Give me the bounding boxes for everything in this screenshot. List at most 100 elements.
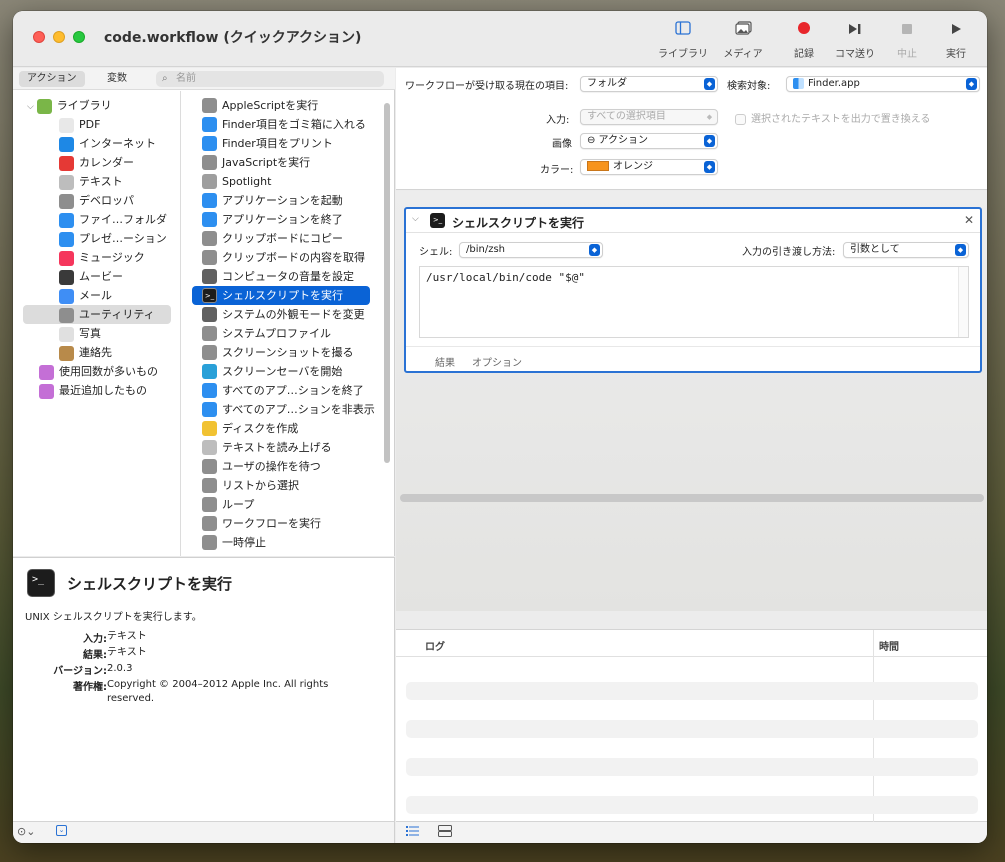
action-list-item[interactable]: ワークフローを実行 <box>192 514 370 533</box>
action-list-item[interactable]: AppleScriptを実行 <box>192 96 370 115</box>
globe-icon <box>59 136 74 152</box>
workflow-canvas: ⌵ >_ シェルスクリプトを実行 ✕ シェル: /bin/zsh ◆ 入力の引き… <box>396 191 987 611</box>
sidebar-item-3[interactable]: カレンダー <box>59 153 134 172</box>
action-list-item[interactable]: アプリケーションを起動 <box>192 191 370 210</box>
action-list-item[interactable]: スクリーンセーバを開始 <box>192 362 370 381</box>
color-popup[interactable]: オレンジ ◆ <box>580 159 718 175</box>
flow-view-icon[interactable] <box>438 825 452 840</box>
step-toolbar-button[interactable]: コマ送り <box>825 19 885 63</box>
search-target-popup[interactable]: Finder.app ◆ <box>786 76 980 92</box>
action-item-label: Finder項目をゴミ箱に入れる <box>222 118 366 131</box>
log-header: ログ 時間 <box>396 630 987 657</box>
shell-popup[interactable]: /bin/zsh ◆ <box>459 242 603 258</box>
media-toolbar-button[interactable]: メディア <box>713 19 773 63</box>
replace-text-label: 選択されたテキストを出力で置き換える <box>751 114 931 125</box>
action-list-item[interactable]: システムの外観モードを変更 <box>192 305 370 324</box>
tab-variables[interactable]: 変数 <box>99 71 135 87</box>
text-icon <box>202 440 217 455</box>
action-list-item[interactable]: Finder項目をゴミ箱に入れる <box>192 115 370 134</box>
chevron-down-icon[interactable]: ⌵ <box>412 214 419 224</box>
sidebar-item-1[interactable]: PDF <box>59 115 100 134</box>
scrollbar-thumb[interactable] <box>384 103 390 463</box>
sidebar-item-label: ムービー <box>79 270 123 283</box>
library-search-field[interactable]: ⌕ 名前 <box>156 71 384 87</box>
sidebar-item-6[interactable]: ファイ…フォルダ <box>59 210 167 229</box>
sidebar-item-9[interactable]: ムービー <box>59 267 123 286</box>
sidebar-item-12[interactable]: 写真 <box>59 324 101 343</box>
description-toggle-icon[interactable]: ⌄ <box>56 825 67 836</box>
sidebar-item-10[interactable]: メール <box>59 286 112 305</box>
tab-results[interactable]: 結果 <box>435 354 455 369</box>
close-icon[interactable]: ✕ <box>964 213 974 227</box>
action-card-header: ⌵ >_ シェルスクリプトを実行 ✕ <box>406 209 980 233</box>
action-list-item[interactable]: コンピュータの音量を設定 <box>192 267 370 286</box>
action-list-item[interactable]: Finder項目をプリント <box>192 134 370 153</box>
time-column-header[interactable]: 時間 <box>879 638 899 653</box>
log-column-header[interactable]: ログ <box>425 638 445 653</box>
log-row <box>406 682 978 700</box>
action-item-label: システムプロファイル <box>222 327 332 340</box>
image-popup[interactable]: ⊖ アクション ◆ <box>580 133 718 149</box>
sidebar-item-5[interactable]: デベロッパ <box>59 191 134 210</box>
action-list-item[interactable]: ディスクを作成 <box>192 419 370 438</box>
run-toolbar-button[interactable]: 実行 <box>926 19 986 63</box>
library-segment-bar: アクション 変数 ⌕ 名前 <box>13 68 395 90</box>
popup-chevron-icon: ◆ <box>955 244 966 256</box>
checkbox-box[interactable] <box>735 113 746 125</box>
sidebar-item-8[interactable]: ミュージック <box>59 248 145 267</box>
action-list-item[interactable]: >_ シェルスクリプトを実行 <box>192 286 370 305</box>
action-list-item[interactable]: 一時停止 <box>192 533 370 552</box>
media-toolbar-label: メディア <box>723 49 763 60</box>
log-row <box>406 796 978 814</box>
sidebar-item-label: ライブラリ <box>56 99 112 112</box>
sidebar-item-4[interactable]: テキスト <box>59 172 123 191</box>
tab-actions[interactable]: アクション <box>19 71 85 87</box>
library-toolbar-button[interactable]: ライブラリ <box>653 19 713 63</box>
action-item-label: すべてのアプ…ションを終了 <box>222 384 364 397</box>
zoom-window-button[interactable] <box>73 31 85 43</box>
action-item-label: スクリーンショットを撮る <box>222 346 354 359</box>
sidebar-item-13[interactable]: 連絡先 <box>59 343 112 362</box>
action-list-item[interactable]: Spotlight <box>192 172 370 191</box>
action-list-scrollbar[interactable] <box>383 103 391 523</box>
workflow-horizontal-scrollbar[interactable] <box>400 494 984 502</box>
action-list-item[interactable]: クリップボードにコピー <box>192 229 370 248</box>
action-item-label: ディスクを作成 <box>222 422 299 435</box>
smart-folder-icon <box>39 364 54 380</box>
action-list-item[interactable]: すべてのアプ…ションを非表示 <box>192 400 375 419</box>
action-list-item[interactable]: クリップボードの内容を取得 <box>192 248 370 267</box>
pass-input-popup[interactable]: 引数として ◆ <box>843 242 969 258</box>
minimize-window-button[interactable] <box>53 31 65 43</box>
script-text[interactable]: /usr/local/bin/code "$@" <box>426 271 585 284</box>
action-list-item[interactable]: リストから選択 <box>192 476 370 495</box>
tab-options[interactable]: オプション <box>472 354 522 369</box>
action-list-item[interactable]: ループ <box>192 495 370 514</box>
action-list-item[interactable]: テキストを読み上げる <box>192 438 370 457</box>
action-menu-icon[interactable]: ⊙⌄ <box>17 825 35 838</box>
action-list-item[interactable]: ユーザの操作を待つ <box>192 457 370 476</box>
action-list-item[interactable]: JavaScriptを実行 <box>192 153 370 172</box>
sidebar-item-11[interactable]: ユーティリティ <box>23 305 171 324</box>
sidebar-item-0[interactable]: ⌵ ライブラリ <box>27 96 112 115</box>
replace-text-checkbox[interactable]: 選択されたテキストを出力で置き換える <box>735 110 930 125</box>
close-window-button[interactable] <box>33 31 45 43</box>
action-list-item[interactable]: システムプロファイル <box>192 324 370 343</box>
color-swatch <box>587 161 609 171</box>
receives-popup[interactable]: フォルダ ◆ <box>580 76 718 92</box>
disclosure-triangle-icon[interactable]: ⌵ <box>27 102 37 112</box>
utilities-icon <box>59 307 74 323</box>
script-editor-scrollbar[interactable] <box>958 267 968 337</box>
pass-input-value: 引数として <box>850 244 900 255</box>
sidebar-item-2[interactable]: インターネット <box>59 134 156 153</box>
sidebar-item-7[interactable]: プレゼ…ーション <box>59 229 167 248</box>
action-list-item[interactable]: すべてのアプ…ションを終了 <box>192 381 370 400</box>
action-list: AppleScriptを実行 Finder項目をゴミ箱に入れる Finder項目をプ… <box>182 91 382 556</box>
input-popup[interactable]: すべての選択項目 ◆ <box>580 109 718 125</box>
list-view-icon[interactable] <box>406 825 419 840</box>
action-list-item[interactable]: アプリケーションを終了 <box>192 210 370 229</box>
automator-window: code.workflow (クイックアクション) ライブラリ メディア 記録 … <box>13 11 987 843</box>
sidebar-item-15[interactable]: 最近追加したもの <box>39 381 147 400</box>
script-editor[interactable]: /usr/local/bin/code "$@" <box>419 266 969 338</box>
action-list-item[interactable]: スクリーンショットを撮る <box>192 343 370 362</box>
sidebar-item-14[interactable]: 使用回数が多いもの <box>39 362 158 381</box>
